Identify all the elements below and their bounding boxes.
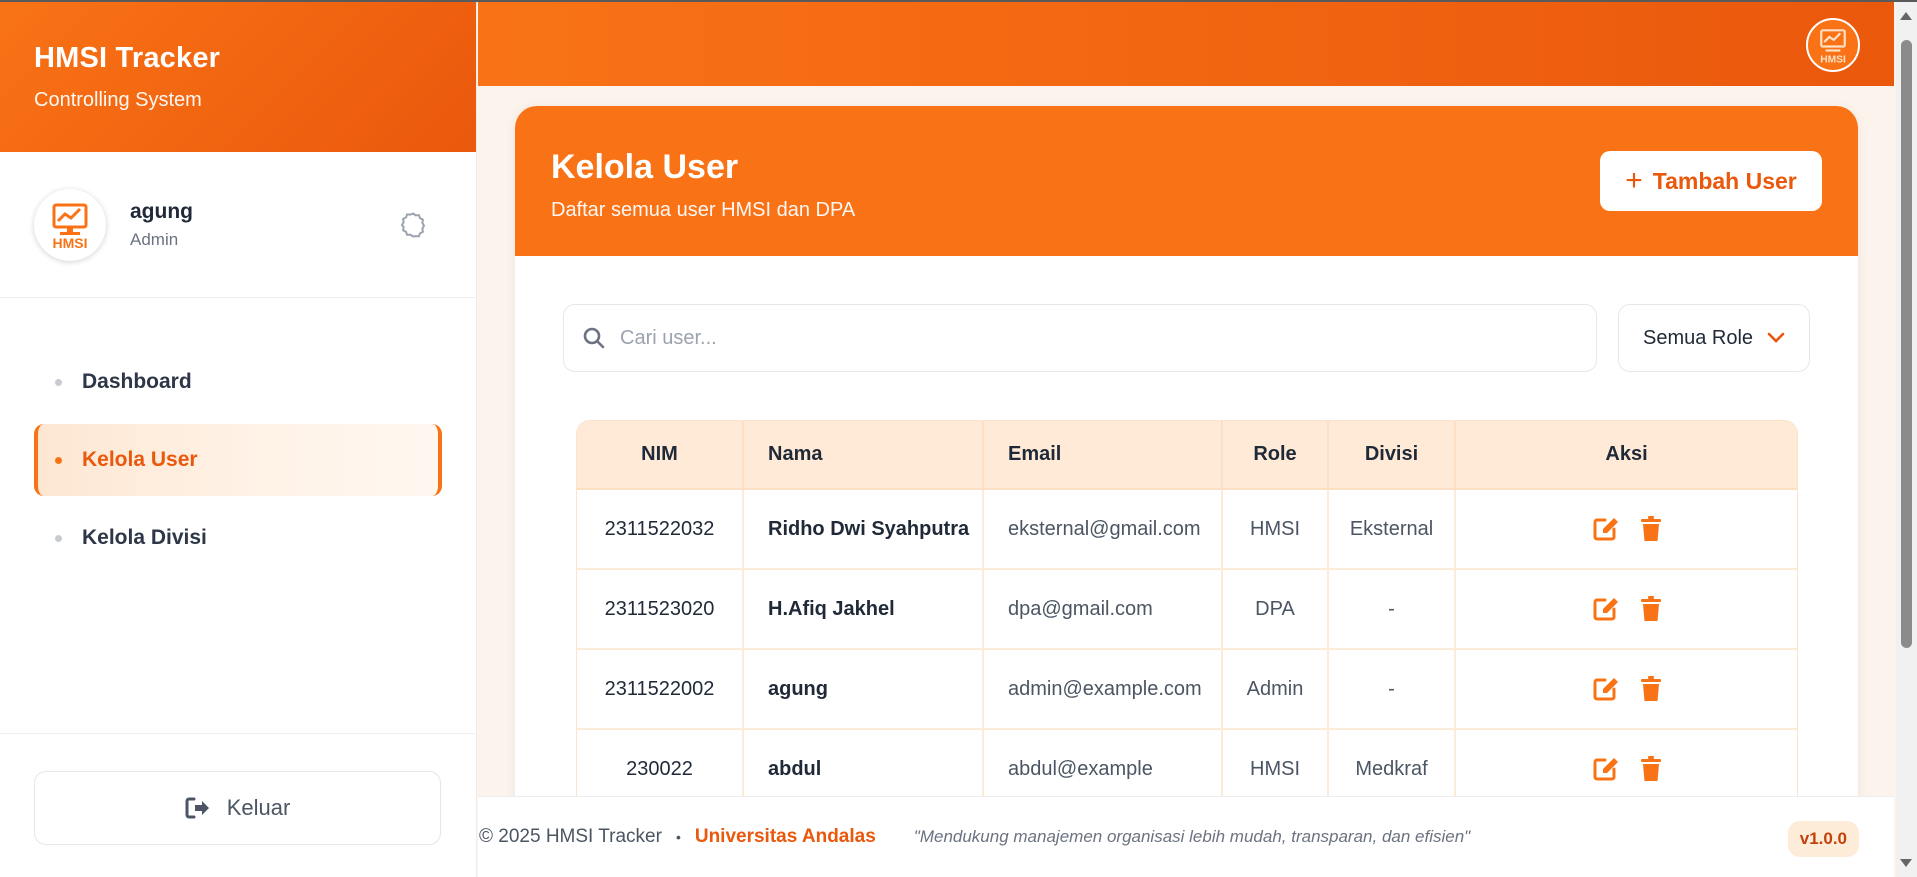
- edit-icon[interactable]: [1592, 516, 1620, 542]
- add-user-button[interactable]: + Tambah User: [1600, 151, 1822, 211]
- sidebar-footer: Keluar: [0, 733, 477, 877]
- cell-email: abdul@example: [983, 729, 1223, 796]
- chevron-down-icon: [1767, 332, 1785, 343]
- sidebar-item-label: Dashboard: [82, 370, 192, 393]
- trash-icon[interactable]: [1640, 596, 1662, 622]
- cell-actions: [1455, 489, 1797, 570]
- version-badge: v1.0.0: [1787, 821, 1859, 857]
- cell-role: Admin: [1222, 649, 1329, 730]
- column-header-email: Email: [983, 421, 1223, 490]
- sidebar-item-dashboard[interactable]: Dashboard: [34, 346, 442, 418]
- role-filter-select[interactable]: Semua Role: [1618, 304, 1810, 372]
- cell-actions: [1455, 649, 1797, 730]
- sidebar-item-kelola-user[interactable]: Kelola User: [34, 424, 442, 496]
- users-table: NIM Nama Email Role Divisi Aksi 23115220…: [576, 420, 1798, 796]
- table-row: 2311523020 H.Afiq Jakhel dpa@gmail.com D…: [577, 569, 1797, 650]
- card-header: Kelola User Daftar semua user HMSI dan D…: [515, 106, 1858, 256]
- nav-bullet: [55, 535, 62, 542]
- sidebar-item-label: Kelola Divisi: [82, 526, 207, 549]
- scroll-up-arrow-icon[interactable]: [1900, 12, 1912, 20]
- cell-nim: 230022: [577, 729, 744, 796]
- search-box: [563, 304, 1597, 372]
- cell-nama: H.Afiq Jakhel: [743, 569, 984, 650]
- footer-university-link[interactable]: Universitas Andalas: [695, 826, 876, 848]
- user-management-card: Kelola User Daftar semua user HMSI dan D…: [515, 106, 1858, 796]
- logout-button[interactable]: Keluar: [34, 771, 441, 845]
- column-header-nim: NIM: [577, 421, 744, 490]
- sidebar-nav: Dashboard Kelola User Kelola Divisi: [0, 298, 476, 574]
- cell-nama: Ridho Dwi Syahputra: [743, 489, 984, 570]
- table-header-row: NIM Nama Email Role Divisi Aksi: [577, 421, 1797, 490]
- cell-role: HMSI: [1222, 729, 1329, 796]
- brand-header: HMSI Tracker Controlling System: [0, 0, 476, 152]
- user-profile: HMSI agung Admin: [0, 152, 476, 298]
- nav-bullet: [55, 457, 62, 464]
- header-logo-text: HMSI: [1820, 55, 1846, 66]
- main-content: Kelola User Daftar semua user HMSI dan D…: [478, 86, 1894, 796]
- cell-nim: 2311523020: [577, 569, 744, 650]
- table-row: 2311522002 agung admin@example.com Admin…: [577, 649, 1797, 730]
- role-filter-value: Semua Role: [1643, 326, 1754, 349]
- cell-role: HMSI: [1222, 489, 1329, 570]
- profile-name: agung: [130, 199, 193, 223]
- column-header-nama: Nama: [743, 421, 984, 490]
- search-icon: [583, 327, 605, 349]
- cell-divisi: -: [1328, 569, 1456, 650]
- trash-icon[interactable]: [1640, 756, 1662, 782]
- cell-nim: 2311522032: [577, 489, 744, 570]
- footer-tagline: "Mendukung manajemen organisasi lebih mu…: [913, 827, 1471, 846]
- search-input[interactable]: [620, 326, 1520, 350]
- edit-icon[interactable]: [1592, 676, 1620, 702]
- sidebar-item-label: Kelola User: [82, 448, 198, 471]
- add-user-label: Tambah User: [1652, 167, 1797, 194]
- profile-role: Admin: [130, 229, 179, 249]
- brand-subtitle: Controlling System: [34, 89, 202, 111]
- cell-email: admin@example.com: [983, 649, 1223, 730]
- window-top-border: [0, 0, 1917, 2]
- column-header-role: Role: [1222, 421, 1329, 490]
- page-footer: © 2025 HMSI Tracker • Universitas Andala…: [478, 796, 1894, 877]
- cell-nama: agung: [743, 649, 984, 730]
- edit-icon[interactable]: [1592, 756, 1620, 782]
- avatar: HMSI: [34, 188, 106, 261]
- table-row: 230022 abdul abdul@example HMSI Medkraf: [577, 729, 1797, 796]
- footer-separator: •: [675, 829, 681, 845]
- vertical-scrollbar[interactable]: [1896, 2, 1917, 877]
- hmsi-logo-icon: HMSI: [1820, 29, 1846, 66]
- edit-icon[interactable]: [1592, 596, 1620, 622]
- header-avatar[interactable]: HMSI: [1806, 18, 1860, 72]
- sidebar-item-kelola-divisi[interactable]: Kelola Divisi: [34, 502, 442, 574]
- hmsi-logo-icon: HMSI: [52, 203, 88, 251]
- logout-label: Keluar: [226, 795, 291, 820]
- brand-title: HMSI Tracker: [34, 42, 221, 74]
- plus-icon: +: [1625, 164, 1643, 197]
- cell-email: eksternal@gmail.com: [983, 489, 1223, 570]
- cell-email: dpa@gmail.com: [983, 569, 1223, 650]
- cell-divisi: Medkraf: [1328, 729, 1456, 796]
- cell-actions: [1455, 569, 1797, 650]
- sidebar: HMSI Tracker Controlling System HMSI agu…: [0, 0, 477, 877]
- scroll-down-arrow-icon[interactable]: [1900, 859, 1912, 867]
- cell-nim: 2311522002: [577, 649, 744, 730]
- trash-icon[interactable]: [1640, 516, 1662, 542]
- cell-actions: [1455, 729, 1797, 796]
- cell-divisi: -: [1328, 649, 1456, 730]
- cell-nama: abdul: [743, 729, 984, 796]
- cell-divisi: Eksternal: [1328, 489, 1456, 570]
- scrollbar-thumb[interactable]: [1901, 40, 1912, 648]
- top-bar: HMSI: [478, 2, 1894, 86]
- avatar-logo-text: HMSI: [53, 235, 88, 251]
- footer-copyright: © 2025 HMSI Tracker: [479, 826, 662, 847]
- trash-icon[interactable]: [1640, 676, 1662, 702]
- settings-gear-icon[interactable]: [398, 210, 428, 240]
- column-header-divisi: Divisi: [1328, 421, 1456, 490]
- sign-out-icon: [185, 797, 209, 819]
- column-header-aksi: Aksi: [1455, 421, 1797, 490]
- nav-bullet: [55, 379, 62, 386]
- cell-role: DPA: [1222, 569, 1329, 650]
- table-row: 2311522032 Ridho Dwi Syahputra eksternal…: [577, 489, 1797, 570]
